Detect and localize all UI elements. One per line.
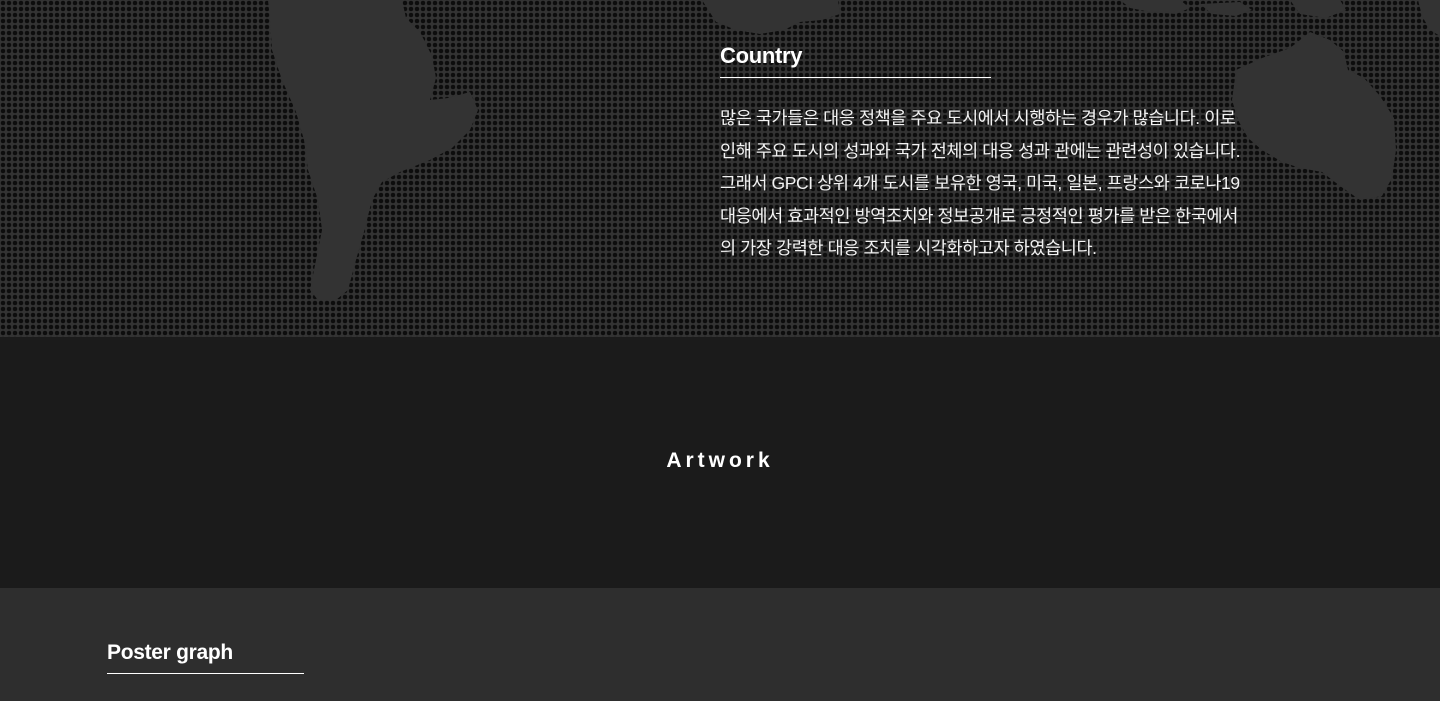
country-title-underline [720, 77, 991, 78]
country-description-line: 인해 주요 도시의 성과와 국가 전체의 대응 성과 관에는 관련성이 있습니다… [720, 140, 1241, 161]
country-content: Country 많은 국가들은 대응 정책을 주요 도시에서 시행하는 경우가 … [720, 40, 1340, 282]
africa-shape [702, 0, 840, 34]
poster-graph-title: Poster graph [107, 641, 233, 664]
page: Country 많은 국가들은 대응 정책을 주요 도시에서 시행하는 경우가 … [0, 0, 1440, 701]
new-zealand-shape [1418, 0, 1440, 36]
artwork-title: Artwork [666, 449, 774, 472]
islands-shape-2 [1200, 2, 1252, 16]
country-description-line: 많은 국가들은 대응 정책을 주요 도시에서 시행하는 경우가 많습니다. 이로 [720, 108, 1236, 128]
country-description-line: 그래서 GPCI 상위 4개 도시를 보유한 영국, 미국, 일본, 프랑스와 … [720, 173, 1240, 193]
islands-shape-3 [1290, 0, 1346, 18]
poster-graph-section: Poster graph [0, 588, 1440, 701]
poster-graph-content: Poster graph [107, 638, 304, 674]
country-description: 많은 국가들은 대응 정책을 주요 도시에서 시행하는 경우가 많습니다. 이로… [720, 102, 1340, 265]
country-description-line: 대응에서 효과적인 방역조치와 정보공개로 긍정적인 평가를 받은 한국에서 [720, 205, 1238, 226]
islands-shape [1120, 0, 1190, 14]
south-america-shape [268, 0, 478, 300]
artwork-section: Artwork [0, 337, 1440, 588]
poster-graph-title-underline [107, 673, 304, 674]
country-description-line: 의 가장 강력한 대응 조치를 시각화하고자 하였습니다. [720, 238, 1097, 258]
country-section: Country 많은 국가들은 대응 정책을 주요 도시에서 시행하는 경우가 … [0, 0, 1440, 337]
country-title: Country [720, 43, 803, 68]
